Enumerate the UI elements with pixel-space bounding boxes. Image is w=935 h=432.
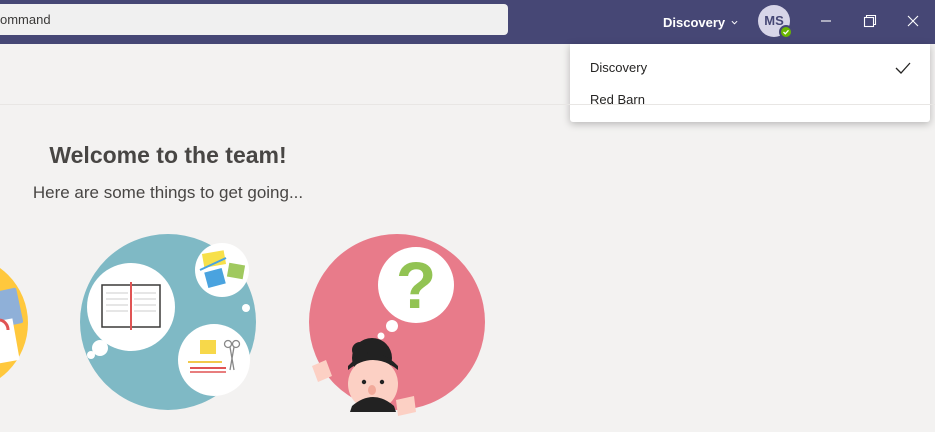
- presence-available-icon: [779, 25, 793, 39]
- welcome-title: Welcome to the team!: [49, 142, 287, 168]
- org-menu-item-discovery[interactable]: Discovery: [590, 60, 647, 75]
- search-text: ommand: [0, 12, 51, 27]
- restore-button[interactable]: [857, 8, 883, 34]
- welcome-subtitle: Here are some things to get going...: [32, 183, 304, 202]
- minimize-button[interactable]: [813, 8, 839, 34]
- teal-circle-illustration: [80, 234, 256, 410]
- header-divider: [0, 104, 935, 105]
- welcome-illustration: ?: [0, 234, 485, 416]
- checkmark-icon: [895, 62, 911, 74]
- org-switcher-button[interactable]: Discovery: [663, 12, 738, 32]
- close-button[interactable]: [900, 8, 926, 34]
- yellow-circle-illustration: [0, 268, 28, 378]
- svg-text:?: ?: [396, 248, 436, 322]
- org-menu: Discovery Red Barn: [570, 44, 930, 122]
- pink-circle-illustration: ?: [309, 234, 485, 416]
- chevron-down-icon: [731, 20, 738, 25]
- org-name: Discovery: [663, 14, 726, 30]
- org-menu-item-label: Discovery: [590, 60, 648, 75]
- title-bar: ommand Discovery MS: [0, 0, 935, 44]
- search-command-input[interactable]: ommand: [0, 4, 508, 35]
